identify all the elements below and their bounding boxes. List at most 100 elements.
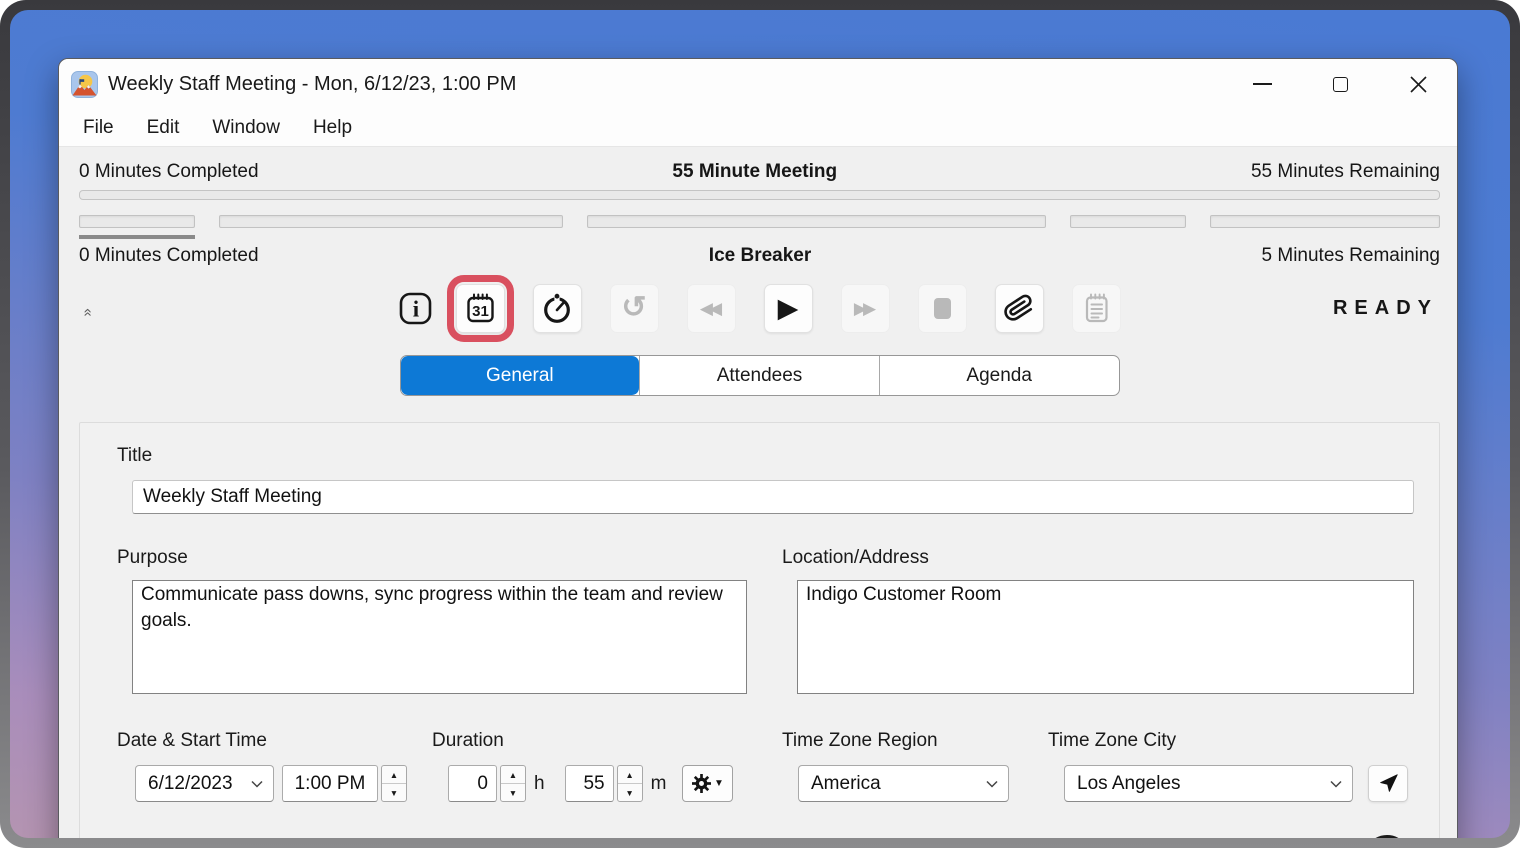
minimize-icon [1253,83,1272,85]
play-icon: ▶ [778,295,799,322]
duration-hours-value: 0 [477,773,488,795]
activity-remaining-label: 5 Minutes Remaining [1262,245,1440,267]
status-badge: READY [1333,297,1438,320]
spin-down-button[interactable]: ▼ [618,784,642,801]
fast-forward-button[interactable]: ▶▶ [841,284,890,333]
activity-segment [587,215,1045,228]
svg-text:31: 31 [472,303,489,320]
close-button[interactable] [1379,59,1457,109]
locate-button[interactable] [1368,765,1408,802]
app-window: Weekly Staff Meeting - Mon, 6/12/23, 1:0… [58,58,1458,838]
tz-city-dropdown[interactable]: Los Angeles [1064,765,1353,802]
chevron-down-icon [243,780,263,788]
minutes-unit-label: m [651,773,667,795]
toolbar-buttons: i 31 [399,284,1121,333]
notes-icon [1081,292,1111,324]
chevron-down-icon [1322,780,1342,788]
play-button[interactable]: ▶ [764,284,813,333]
minimize-button[interactable] [1223,59,1301,109]
stop-icon [934,298,951,319]
reset-icon: ↺ [621,293,646,323]
date-value: 6/12/2023 [148,773,233,795]
svg-text:i: i [412,296,419,321]
duration-minutes-field[interactable]: 55 [565,765,614,802]
hours-unit-label: h [534,773,545,795]
gear-icon [692,774,711,793]
paperclip-icon [1001,290,1037,326]
desktop-background: Weekly Staff Meeting - Mon, 6/12/23, 1:0… [10,10,1510,838]
reset-button[interactable]: ↺ [610,284,659,333]
window-title: Weekly Staff Meeting - Mon, 6/12/23, 1:0… [108,73,516,96]
duration-settings-button[interactable]: ▼ [682,765,733,802]
spin-up-button[interactable]: ▲ [618,766,642,784]
activity-segment [219,215,563,228]
app-icon [71,71,98,98]
tab-agenda[interactable]: Agenda [879,356,1119,395]
activity-segment [1070,215,1186,228]
title-label: Title [117,445,1414,467]
start-time-value: 1:00 PM [295,773,366,795]
close-icon [1410,76,1427,93]
attachment-button[interactable] [995,284,1044,333]
tz-city-label: Time Zone City [1048,730,1408,752]
purpose-label: Purpose [117,547,747,569]
segment-bar [1210,215,1440,228]
timer-button[interactable] [533,284,582,333]
tab-bar: General Attendees Agenda [400,355,1120,396]
main-content: 0 Minutes Completed 55 Minute Meeting 55… [59,147,1457,838]
dropdown-arrow-icon: ▼ [714,779,724,789]
activity-segments [79,215,1440,228]
menu-file[interactable]: File [71,117,126,139]
fast-forward-icon: ▶▶ [854,300,876,317]
activity-name-label: Ice Breaker [259,245,1262,267]
activity-progress-header: 0 Minutes Completed Ice Breaker 5 Minute… [79,245,1440,267]
current-segment-underline [79,235,195,239]
maximize-icon [1333,77,1348,92]
spin-down-button[interactable]: ▼ [501,784,525,801]
collapse-chevron-icon[interactable]: » [80,308,95,316]
time-spinner: ▲ ▼ [381,765,407,802]
segment-bar [79,215,195,228]
notes-button[interactable] [1072,284,1121,333]
rewind-button[interactable]: ◀◀ [687,284,736,333]
segment-bar [587,215,1045,228]
stop-button[interactable] [918,284,967,333]
timer-icon [540,291,574,325]
tab-attendees[interactable]: Attendees [639,356,879,395]
meeting-title-label: 55 Minute Meeting [259,161,1251,183]
title-input[interactable] [132,480,1414,514]
hours-spinner: ▲ ▼ [500,765,526,802]
window-controls [1223,59,1457,109]
tab-general[interactable]: General [401,356,640,395]
screen-frame: Weekly Staff Meeting - Mon, 6/12/23, 1:0… [0,0,1520,848]
tz-region-dropdown[interactable]: America [798,765,1009,802]
tz-region-value: America [811,773,881,795]
meeting-progress-bar [79,190,1440,200]
maximize-button[interactable] [1301,59,1379,109]
info-icon[interactable]: i [399,292,432,325]
tz-city-value: Los Angeles [1077,773,1181,795]
spin-up-button[interactable]: ▲ [382,766,406,784]
start-time-field[interactable]: 1:00 PM [282,765,378,802]
menu-edit[interactable]: Edit [135,117,192,139]
duration-label: Duration [432,730,733,752]
menu-help[interactable]: Help [301,117,364,139]
navigation-arrow-icon [1378,773,1399,794]
rewind-icon: ◀◀ [700,300,722,317]
minutes-spinner: ▲ ▼ [617,765,643,802]
purpose-textarea[interactable] [132,580,747,694]
date-dropdown[interactable]: 6/12/2023 [135,765,274,802]
meeting-remaining-label: 55 Minutes Remaining [1251,161,1440,183]
window-titlebar: Weekly Staff Meeting - Mon, 6/12/23, 1:0… [59,59,1457,109]
menu-bar: File Edit Window Help [59,109,1457,147]
meeting-progress-header: 0 Minutes Completed 55 Minute Meeting 55… [79,161,1440,183]
spin-down-button[interactable]: ▼ [382,784,406,801]
calendar-button[interactable]: 31 [456,284,505,333]
segment-bar [219,215,563,228]
duration-hours-field[interactable]: 0 [448,765,497,802]
spin-up-button[interactable]: ▲ [501,766,525,784]
menu-window[interactable]: Window [200,117,292,139]
location-textarea[interactable] [797,580,1414,694]
meeting-completed-label: 0 Minutes Completed [79,161,259,183]
activity-segment [79,215,195,228]
